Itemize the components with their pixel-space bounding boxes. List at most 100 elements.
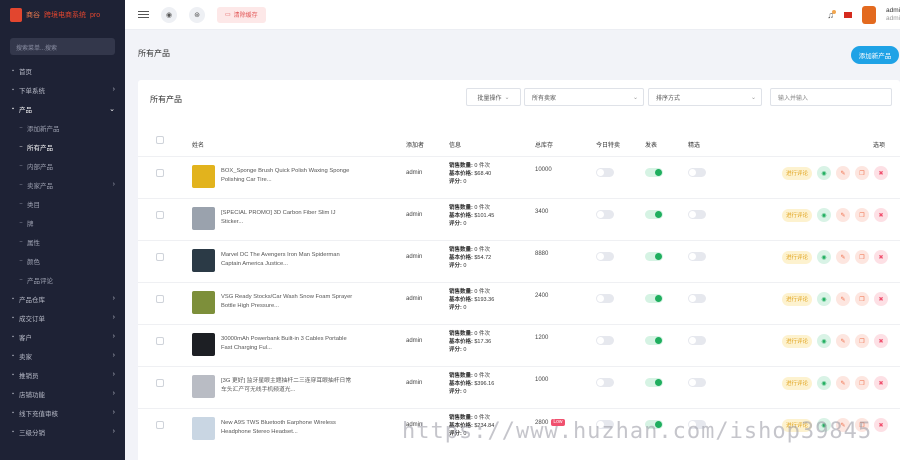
todays-deal-toggle[interactable] bbox=[596, 168, 614, 177]
pos-icon[interactable]: ⊛ bbox=[189, 6, 205, 23]
menu-toggle-icon[interactable] bbox=[138, 10, 149, 19]
review-button[interactable]: 进行评论 bbox=[782, 250, 812, 264]
review-button[interactable]: 进行评论 bbox=[782, 208, 812, 222]
copy-icon[interactable]: ❐ bbox=[855, 250, 869, 264]
edit-icon[interactable]: ✎ bbox=[836, 166, 850, 180]
seller-filter-select[interactable]: 所有卖家 ⌄ bbox=[524, 88, 644, 106]
row-checkbox[interactable] bbox=[156, 379, 164, 387]
product-name[interactable]: BOX_Sponge Brush Quick Polish Waxing Spo… bbox=[221, 167, 353, 185]
review-button[interactable]: 进行评论 bbox=[782, 292, 812, 306]
featured-toggle[interactable] bbox=[688, 294, 706, 303]
review-button[interactable]: 进行评论 bbox=[782, 376, 812, 390]
featured-toggle[interactable] bbox=[688, 210, 706, 219]
sidebar-item[interactable]: – 卖家产品 › bbox=[0, 175, 125, 194]
delete-icon[interactable]: ✖ bbox=[874, 208, 888, 222]
product-thumbnail[interactable] bbox=[192, 249, 215, 272]
sidebar-item[interactable]: – 产品评论 bbox=[0, 270, 125, 289]
sidebar-item[interactable]: ▪ 推销员 › bbox=[0, 365, 125, 384]
sidebar-item[interactable]: ▪ 三级分销 › bbox=[0, 422, 125, 441]
delete-icon[interactable]: ✖ bbox=[874, 250, 888, 264]
row-checkbox[interactable] bbox=[156, 169, 164, 177]
copy-icon[interactable]: ❐ bbox=[855, 166, 869, 180]
published-toggle[interactable] bbox=[645, 336, 663, 345]
view-icon[interactable]: ◉ bbox=[817, 376, 831, 390]
sidebar-item[interactable]: ▪ 卖家 › bbox=[0, 346, 125, 365]
product-thumbnail[interactable] bbox=[192, 291, 215, 314]
sidebar-item[interactable]: – 牌 bbox=[0, 213, 125, 232]
delete-icon[interactable]: ✖ bbox=[874, 292, 888, 306]
product-name[interactable]: [3G 更好] 监牙星眼主题抽杆二三连穿耳眼抽杆日常车头汇产可无线手机频道光..… bbox=[221, 377, 353, 395]
avatar[interactable] bbox=[862, 5, 876, 24]
sidebar-search-input[interactable]: 搜索菜单...搜索 bbox=[10, 38, 115, 55]
product-thumbnail[interactable] bbox=[192, 207, 215, 230]
clear-cache-button[interactable]: ▭ 清除缓存 bbox=[217, 6, 266, 23]
featured-toggle[interactable] bbox=[688, 378, 706, 387]
product-name[interactable]: [SPECIAL PROMO] 3D Carbon Fiber Slim IJ … bbox=[221, 209, 353, 227]
sidebar-item[interactable]: ▪ 成交订单 › bbox=[0, 308, 125, 327]
product-thumbnail[interactable] bbox=[192, 417, 215, 440]
edit-icon[interactable]: ✎ bbox=[836, 292, 850, 306]
copy-icon[interactable]: ❐ bbox=[855, 334, 869, 348]
row-checkbox[interactable] bbox=[156, 211, 164, 219]
product-thumbnail[interactable] bbox=[192, 375, 215, 398]
review-button[interactable]: 进行评论 bbox=[782, 166, 812, 180]
row-checkbox[interactable] bbox=[156, 295, 164, 303]
sidebar-item[interactable]: ▪ 产品 ⌄ bbox=[0, 99, 125, 118]
bulk-action-dropdown[interactable]: 批量操作 ⌄ bbox=[466, 88, 521, 106]
sidebar-item[interactable]: – 添加新产品 bbox=[0, 118, 125, 137]
view-icon[interactable]: ◉ bbox=[817, 166, 831, 180]
edit-icon[interactable]: ✎ bbox=[836, 376, 850, 390]
edit-icon[interactable]: ✎ bbox=[836, 250, 850, 264]
product-name[interactable]: VSG Ready Stocks/Car Wash Snow Foam Spra… bbox=[221, 293, 353, 311]
todays-deal-toggle[interactable] bbox=[596, 378, 614, 387]
product-name[interactable]: Marvel DC The Avengers Iron Man Spiderma… bbox=[221, 251, 353, 269]
sidebar-item[interactable]: – 属性 bbox=[0, 232, 125, 251]
row-checkbox[interactable] bbox=[156, 253, 164, 261]
edit-icon[interactable]: ✎ bbox=[836, 208, 850, 222]
row-checkbox[interactable] bbox=[156, 337, 164, 345]
sidebar-item[interactable]: ▪ 线下充值审核 › bbox=[0, 403, 125, 422]
todays-deal-toggle[interactable] bbox=[596, 210, 614, 219]
published-toggle[interactable] bbox=[645, 252, 663, 261]
row-checkbox[interactable] bbox=[156, 421, 164, 429]
view-icon[interactable]: ◉ bbox=[817, 334, 831, 348]
sort-select[interactable]: 排序方式 ⌄ bbox=[648, 88, 762, 106]
sidebar-item[interactable]: ▪ 首页 bbox=[0, 61, 125, 80]
view-icon[interactable]: ◉ bbox=[817, 250, 831, 264]
todays-deal-toggle[interactable] bbox=[596, 294, 614, 303]
delete-icon[interactable]: ✖ bbox=[874, 166, 888, 180]
delete-icon[interactable]: ✖ bbox=[874, 418, 888, 432]
sidebar-item[interactable]: – 类目 bbox=[0, 194, 125, 213]
product-name[interactable]: New A9S TWS Bluetooth Earphone Wireless … bbox=[221, 419, 353, 437]
todays-deal-toggle[interactable] bbox=[596, 336, 614, 345]
product-thumbnail[interactable] bbox=[192, 165, 215, 188]
delete-icon[interactable]: ✖ bbox=[874, 376, 888, 390]
sidebar-item[interactable]: ▪ 客户 › bbox=[0, 327, 125, 346]
language-flag-icon[interactable] bbox=[844, 11, 852, 18]
sidebar-item[interactable]: – 颜色 bbox=[0, 251, 125, 270]
product-name[interactable]: 30000mAh Powerbank Built-in 3 Cables Por… bbox=[221, 335, 353, 353]
sidebar-item[interactable]: – 所有产品 bbox=[0, 137, 125, 156]
published-toggle[interactable] bbox=[645, 210, 663, 219]
view-icon[interactable]: ◉ bbox=[817, 292, 831, 306]
published-toggle[interactable] bbox=[645, 294, 663, 303]
logo[interactable]: 商谷 跨境电商系统 pro bbox=[0, 0, 125, 30]
featured-toggle[interactable] bbox=[688, 336, 706, 345]
sidebar-item[interactable]: ▪ 下单系统 › bbox=[0, 80, 125, 99]
published-toggle[interactable] bbox=[645, 378, 663, 387]
delete-icon[interactable]: ✖ bbox=[874, 334, 888, 348]
notification-bell-icon[interactable]: ♫ bbox=[827, 9, 836, 20]
published-toggle[interactable] bbox=[645, 168, 663, 177]
user-menu[interactable]: admi admi bbox=[886, 7, 900, 23]
edit-icon[interactable]: ✎ bbox=[836, 334, 850, 348]
product-search-input[interactable]: 输入并输入 bbox=[770, 88, 892, 106]
copy-icon[interactable]: ❐ bbox=[855, 376, 869, 390]
sidebar-item[interactable]: ▪ 店铺功能 › bbox=[0, 384, 125, 403]
featured-toggle[interactable] bbox=[688, 252, 706, 261]
todays-deal-toggle[interactable] bbox=[596, 252, 614, 261]
copy-icon[interactable]: ❐ bbox=[855, 292, 869, 306]
sidebar-item[interactable]: ▪ 产品仓库 › bbox=[0, 289, 125, 308]
featured-toggle[interactable] bbox=[688, 168, 706, 177]
product-thumbnail[interactable] bbox=[192, 333, 215, 356]
copy-icon[interactable]: ❐ bbox=[855, 208, 869, 222]
